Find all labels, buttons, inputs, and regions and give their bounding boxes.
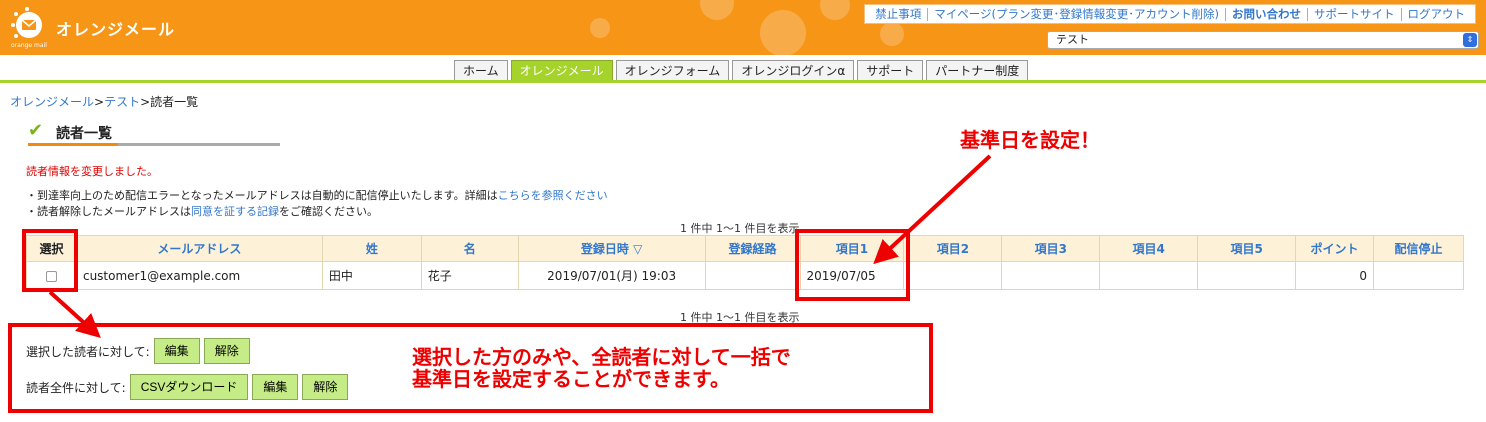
arrow-to-item1 (873, 154, 992, 265)
annotation-arrows (48, 154, 992, 339)
page: オレンジメール orange mail 禁止事項 マイページ(プラン変更･登録情… (0, 0, 1486, 422)
arrow-to-actions (48, 290, 101, 339)
